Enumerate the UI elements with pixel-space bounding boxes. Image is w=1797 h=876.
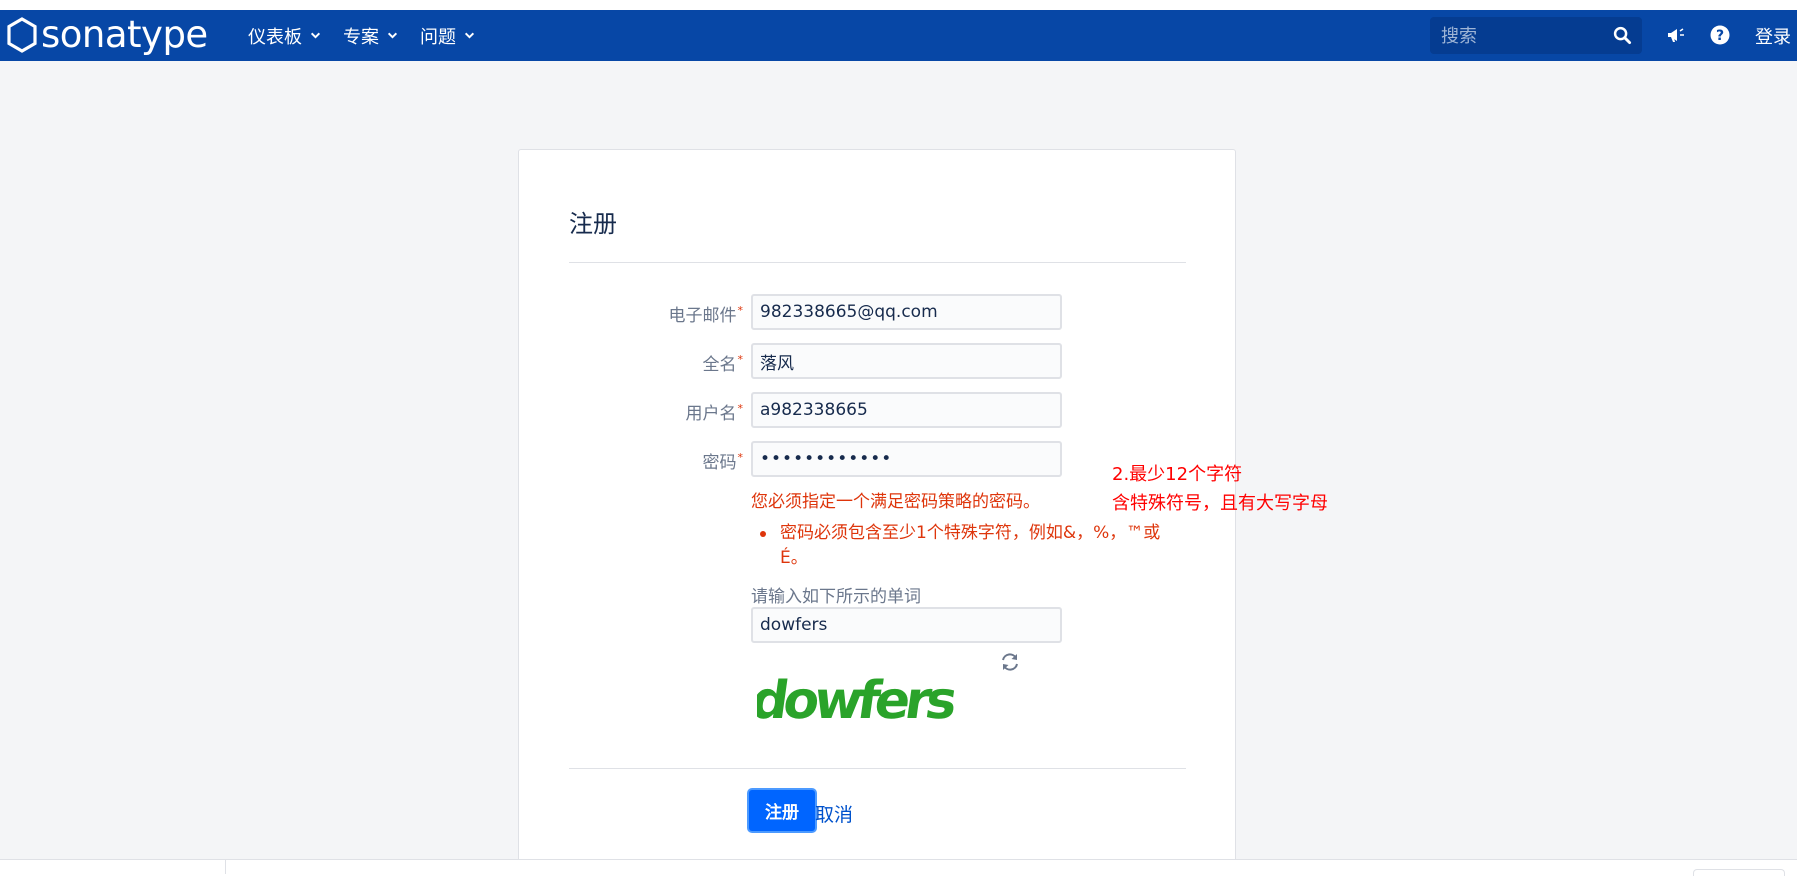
email-row: 电子邮件* <box>519 294 1237 330</box>
nav-dashboards-label: 仪表板 <box>248 26 302 48</box>
username-row: 用户名* <box>519 392 1237 428</box>
cancel-link[interactable]: 取消 <box>815 800 853 827</box>
chevron-down-icon <box>387 32 398 39</box>
email-field[interactable] <box>751 294 1062 330</box>
search-icon[interactable] <box>1613 26 1632 45</box>
nav-projects[interactable]: 专案 <box>343 23 398 49</box>
page-title: 注册 <box>569 210 617 238</box>
hexagon-logo-icon <box>7 17 37 53</box>
annotation-line-2: 含特殊符号，且有大写字母 <box>1112 493 1328 514</box>
captcha-label: 请输入如下所示的单词 <box>751 587 921 607</box>
refresh-captcha-icon[interactable] <box>999 651 1021 673</box>
password-error-list: 密码必须包含至少1个特殊字符，例如&，%，™或É。 <box>760 521 1180 571</box>
captcha-row <box>519 607 1237 643</box>
svg-text:?: ? <box>1716 28 1724 44</box>
annotation-line-1: 2.最少12个字符 <box>1112 464 1243 485</box>
username-label: 用户名* <box>685 402 744 424</box>
svg-text:dowfers: dowfers <box>757 671 959 731</box>
fullname-row: 全名* <box>519 343 1237 379</box>
top-strip <box>0 0 1797 10</box>
bottom-divider <box>225 860 226 874</box>
captcha-image: dowfers <box>757 671 959 731</box>
help-icon[interactable]: ? <box>1709 24 1731 46</box>
password-error-message: 您必须指定一个满足密码策略的密码。 <box>751 492 1040 512</box>
main-nav: 仪表板 专案 问题 <box>248 10 497 61</box>
chevron-down-icon <box>310 32 321 39</box>
nav-issues[interactable]: 问题 <box>420 23 475 49</box>
bottom-bar <box>0 859 1797 876</box>
sonatype-logo[interactable]: sonatype <box>6 14 208 56</box>
nav-dashboards[interactable]: 仪表板 <box>248 23 321 49</box>
password-error-item: 密码必须包含至少1个特殊字符，例如&，%，™或É。 <box>760 521 1180 571</box>
required-mark: * <box>737 304 744 317</box>
captcha-input[interactable] <box>751 607 1062 643</box>
actions-divider <box>569 768 1186 769</box>
annotation-note: 2.最少12个字符 含特殊符号，且有大写字母 <box>1112 460 1328 518</box>
fullname-label: 全名* <box>702 353 744 375</box>
megaphone-icon[interactable] <box>1665 24 1687 46</box>
search-box <box>1430 17 1642 56</box>
signup-submit-button[interactable]: 注册 <box>749 790 815 831</box>
top-navigation-bar: sonatype 仪表板 专案 问题 ? 登录 <box>0 10 1797 61</box>
required-mark: * <box>737 402 744 415</box>
login-link[interactable]: 登录 <box>1755 23 1791 49</box>
password-label: 密码* <box>702 451 744 473</box>
username-field[interactable] <box>751 392 1062 428</box>
search-input[interactable] <box>1430 17 1613 56</box>
nav-issues-label: 问题 <box>420 26 456 48</box>
email-label: 电子邮件* <box>668 304 744 326</box>
password-field[interactable] <box>751 441 1062 477</box>
fullname-field[interactable] <box>751 343 1062 379</box>
brand-name: sonatype <box>41 13 208 56</box>
chevron-down-icon <box>464 32 475 39</box>
required-mark: * <box>737 353 744 366</box>
nav-projects-label: 专案 <box>343 26 379 48</box>
title-divider <box>569 262 1186 263</box>
required-mark: * <box>737 451 744 464</box>
